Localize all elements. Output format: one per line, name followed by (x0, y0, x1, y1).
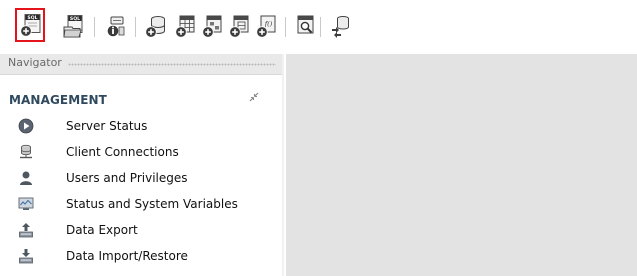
user-icon (20, 171, 32, 185)
nav-item-server-status[interactable]: Server Status (0, 114, 282, 138)
nav-item-label: Users and Privileges (66, 171, 188, 185)
monitor-icon (18, 197, 34, 210)
nav-item-label: Data Export (66, 223, 138, 237)
main-toolbar: SQL SQL f() (0, 0, 637, 54)
svg-text:SQL: SQL (27, 15, 37, 21)
toolbar-separator (320, 17, 321, 37)
reconnect-to-dbms-button[interactable] (325, 9, 357, 43)
view-add-icon (202, 15, 222, 38)
nav-item-data-export[interactable]: Data Export (0, 218, 282, 242)
database-add-icon (145, 16, 165, 38)
nav-item-client-connections[interactable]: Client Connections (0, 140, 282, 164)
reconnect-icon (332, 16, 349, 38)
management-section-title: MANAGEMENT (9, 93, 107, 107)
nav-item-label: Client Connections (66, 145, 179, 159)
nav-item-status-and-system-variables[interactable]: Status and System Variables (0, 192, 282, 216)
procedure-add-icon (229, 15, 249, 38)
export-icon (19, 223, 33, 238)
import-icon (19, 249, 33, 264)
create-schema-button[interactable] (140, 9, 172, 43)
svg-text:SQL: SQL (70, 16, 80, 22)
main-workspace-area (286, 54, 637, 276)
open-sql-script-button[interactable]: SQL (58, 9, 90, 43)
sql-open-icon: SQL (63, 15, 83, 38)
search-data-icon (297, 15, 314, 34)
nav-item-label: Server Status (66, 119, 148, 133)
connections-icon (20, 144, 32, 159)
toolbar-separator (94, 17, 95, 37)
navigator-title: Navigator (8, 56, 62, 69)
nav-item-users-and-privileges[interactable]: Users and Privileges (0, 166, 282, 190)
navigator-header-grip (68, 63, 276, 66)
function-add-icon: f() (256, 15, 276, 38)
toolbar-separator (285, 17, 286, 37)
collapse-section-icon[interactable] (248, 91, 260, 103)
navigator-header: Navigator (0, 54, 282, 75)
inspector-icon (107, 16, 125, 37)
open-inspector-button[interactable] (101, 9, 133, 43)
table-add-icon (175, 15, 195, 38)
svg-text:f(): f() (264, 20, 273, 28)
navigator-splitter[interactable] (282, 54, 284, 276)
navigator-panel: Navigator MANAGEMENT Server Status Clien… (0, 54, 284, 276)
play-circle-icon (18, 118, 34, 134)
nav-item-label: Status and System Variables (66, 197, 238, 211)
sql-new-icon: SQL (20, 14, 41, 37)
search-table-data-button[interactable] (290, 9, 322, 43)
nav-item-data-import-restore[interactable]: Data Import/Restore (0, 244, 282, 268)
create-function-button[interactable]: f() (251, 9, 283, 43)
nav-item-label: Data Import/Restore (66, 249, 188, 263)
toolbar-separator (135, 17, 136, 37)
new-sql-tab-button[interactable]: SQL (15, 8, 45, 42)
